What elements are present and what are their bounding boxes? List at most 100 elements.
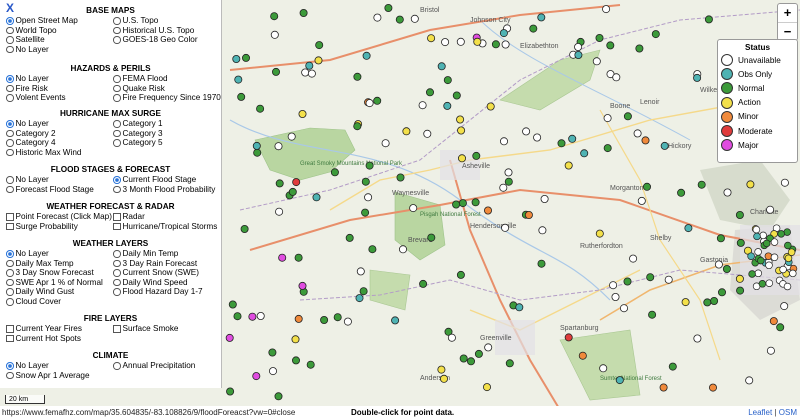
radio-button[interactable]: [6, 84, 14, 93]
gauge-marker[interactable]: [355, 294, 364, 303]
gauge-marker[interactable]: [228, 300, 237, 309]
gauge-marker[interactable]: [398, 245, 407, 254]
gauge-marker[interactable]: [270, 12, 279, 21]
gauge-marker[interactable]: [753, 232, 761, 241]
gauge-marker[interactable]: [270, 30, 279, 39]
checkbox[interactable]: [113, 325, 121, 333]
gauge-marker[interactable]: [240, 224, 249, 233]
gauge-marker[interactable]: [759, 231, 767, 240]
gauge-marker[interactable]: [294, 314, 303, 323]
gauge-marker[interactable]: [294, 253, 303, 262]
gauge-marker[interactable]: [697, 180, 706, 189]
gauge-marker[interactable]: [457, 154, 466, 163]
gauge-marker[interactable]: [660, 141, 669, 150]
radio-button[interactable]: [113, 259, 121, 268]
gauge-marker[interactable]: [278, 253, 287, 262]
radio-button[interactable]: [6, 26, 14, 35]
gauge-marker[interactable]: [274, 392, 283, 401]
gauge-marker[interactable]: [602, 5, 611, 14]
gauge-marker[interactable]: [241, 53, 250, 62]
gauge-marker[interactable]: [364, 193, 373, 202]
gauge-marker[interactable]: [766, 205, 775, 214]
gauge-marker[interactable]: [777, 230, 785, 238]
gauge-marker[interactable]: [486, 102, 495, 111]
gauge-marker[interactable]: [459, 354, 468, 363]
radio-button[interactable]: [6, 148, 14, 157]
gauge-marker[interactable]: [595, 229, 604, 238]
radio-option[interactable]: Category 4: [6, 138, 113, 148]
radio-button[interactable]: [113, 84, 121, 93]
gauge-marker[interactable]: [710, 296, 719, 305]
gauge-marker[interactable]: [783, 282, 792, 291]
gauge-marker[interactable]: [757, 256, 765, 265]
radio-button[interactable]: [113, 129, 121, 138]
gauge-marker[interactable]: [504, 177, 513, 186]
radio-button[interactable]: [6, 176, 14, 184]
radio-option[interactable]: No Layer: [6, 119, 113, 129]
gauge-marker[interactable]: [274, 142, 283, 151]
gauge-marker[interactable]: [452, 91, 461, 100]
radio-option[interactable]: Current Snow (SWE): [113, 268, 220, 278]
radio-button[interactable]: [6, 269, 14, 277]
gauge-marker[interactable]: [237, 92, 246, 101]
radio-button[interactable]: [6, 278, 14, 287]
radio-button[interactable]: [113, 362, 121, 370]
gauge-marker[interactable]: [427, 34, 436, 43]
gauge-marker[interactable]: [288, 187, 297, 196]
gauge-marker[interactable]: [643, 182, 652, 191]
gauge-marker[interactable]: [359, 287, 368, 296]
gauge-marker[interactable]: [466, 357, 475, 366]
gauge-marker[interactable]: [233, 312, 242, 321]
radio-option[interactable]: No Layer: [6, 74, 113, 84]
gauge-marker[interactable]: [762, 239, 771, 248]
radio-button[interactable]: [113, 176, 121, 184]
gauge-marker[interactable]: [677, 188, 686, 197]
gauge-marker[interactable]: [758, 280, 767, 288]
gauge-marker[interactable]: [353, 122, 362, 131]
gauge-marker[interactable]: [443, 101, 452, 110]
radio-button[interactable]: [6, 94, 14, 102]
radio-option[interactable]: Fire Frequency Since 1970: [113, 93, 221, 103]
gauge-marker[interactable]: [633, 129, 642, 138]
gauge-marker[interactable]: [361, 177, 370, 186]
gauge-marker[interactable]: [457, 126, 466, 135]
gauge-marker[interactable]: [664, 275, 673, 284]
gauge-marker[interactable]: [353, 72, 362, 81]
gauge-marker[interactable]: [735, 210, 744, 219]
radio-button[interactable]: [6, 371, 14, 380]
gauge-marker[interactable]: [611, 292, 620, 301]
gauge-marker[interactable]: [522, 127, 531, 136]
gauge-marker[interactable]: [780, 178, 789, 187]
gauge-marker[interactable]: [537, 259, 546, 268]
gauge-marker[interactable]: [612, 73, 621, 82]
gauge-marker[interactable]: [722, 264, 731, 273]
radio-button[interactable]: [113, 75, 121, 83]
gauge-marker[interactable]: [483, 206, 492, 215]
radio-button[interactable]: [113, 120, 121, 128]
gauge-marker[interactable]: [736, 286, 745, 295]
gauge-marker[interactable]: [599, 364, 608, 373]
radio-option[interactable]: Daily Wind Gust: [6, 287, 113, 297]
gauge-marker[interactable]: [441, 38, 450, 47]
radio-button[interactable]: [113, 139, 121, 147]
radio-option[interactable]: Category 3: [113, 129, 220, 139]
gauge-marker[interactable]: [580, 149, 589, 158]
gauge-marker[interactable]: [252, 372, 261, 381]
radio-button[interactable]: [113, 269, 121, 277]
gauge-marker[interactable]: [499, 183, 508, 192]
gauge-marker[interactable]: [491, 40, 500, 49]
gauge-marker[interactable]: [641, 136, 650, 145]
gauge-marker[interactable]: [373, 96, 382, 105]
gauge-marker[interactable]: [784, 241, 792, 250]
gauge-marker[interactable]: [754, 248, 762, 256]
gauge-marker[interactable]: [256, 311, 265, 320]
gauge-marker[interactable]: [568, 134, 577, 143]
gauge-marker[interactable]: [603, 144, 612, 153]
gauge-marker[interactable]: [439, 374, 448, 383]
gauge-marker[interactable]: [395, 15, 404, 24]
gauge-marker[interactable]: [651, 30, 660, 39]
checkbox-option[interactable]: Radar: [113, 212, 220, 222]
gauge-marker[interactable]: [776, 323, 785, 332]
gauge-marker[interactable]: [437, 62, 446, 71]
gauge-marker[interactable]: [473, 37, 482, 46]
